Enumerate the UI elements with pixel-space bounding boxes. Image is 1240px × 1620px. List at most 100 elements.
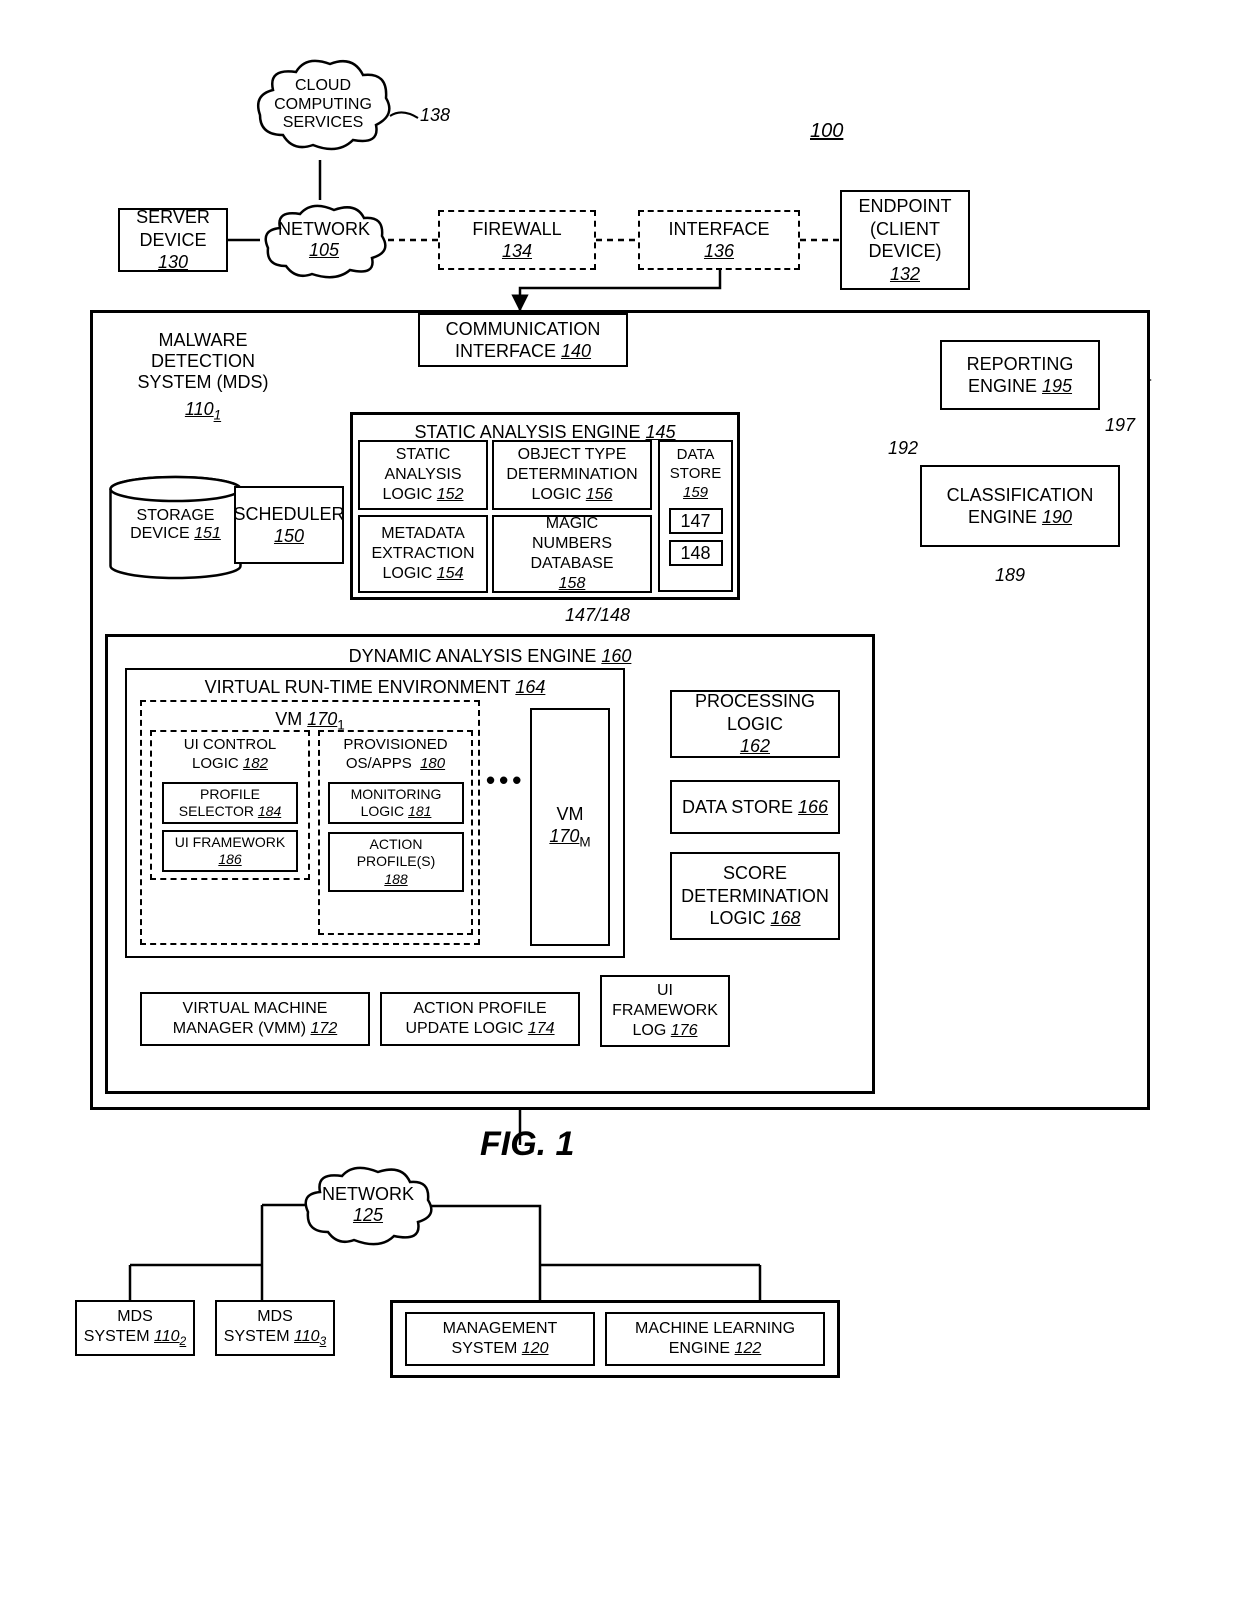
mds-label-ref-num: 110	[185, 399, 214, 419]
prof-l2: SELECTOR	[179, 803, 254, 819]
ui-framework-log: UI FRAMEWORK LOG 176	[600, 975, 730, 1047]
apul-l2: UPDATE LOGIC	[405, 1020, 523, 1037]
otd-l2: DETERMINATION	[506, 465, 637, 485]
server-text: SERVER DEVICE	[124, 206, 222, 251]
reporting-l2: ENGINE	[968, 376, 1037, 396]
sae-mnd: MAGIC NUMBERS DATABASE 158	[492, 515, 652, 593]
mnd-l3: DATABASE	[531, 554, 614, 574]
sal-l3: LOGIC	[383, 486, 433, 503]
ds-147: 147	[680, 510, 710, 533]
mds2-box: MDS SYSTEM 1102	[75, 1300, 195, 1356]
processing-logic: PROCESSING LOGIC 162	[670, 690, 840, 758]
score-determination-logic: SCORE DETERMINATION LOGIC 168	[670, 852, 840, 940]
interface-ref: 136	[704, 241, 734, 261]
mgmt-system-box: MANAGEMENT SYSTEM 120	[405, 1312, 595, 1366]
mel-ref: 154	[437, 565, 464, 582]
scheduler-ref: 150	[274, 526, 304, 546]
mds-label-l2: DETECTION	[108, 351, 298, 372]
action-profiles: ACTION PROFILE(S) 188	[328, 832, 464, 892]
sal-l1: STATIC	[396, 445, 451, 465]
mnd-l1: MAGIC	[546, 514, 598, 534]
comm-interface-box: COMMUNICATION INTERFACE 140	[418, 313, 628, 367]
ds-l2: STORE	[670, 465, 721, 484]
arrow192-ref: 192	[888, 438, 918, 459]
dae-data-store: DATA STORE 166	[670, 780, 840, 834]
sae-out-ref: 147/148	[565, 605, 630, 626]
vm-dots: •••	[486, 765, 525, 796]
endpoint-l2: (CLIENT	[870, 218, 940, 241]
endpoint-l3: DEVICE)	[868, 240, 941, 263]
uifl-ref: 176	[671, 1022, 698, 1039]
score-l2: DETERMINATION	[681, 885, 829, 908]
netb-text: NETWORK	[322, 1184, 414, 1205]
network-top-text: NETWORK	[278, 219, 370, 240]
endpoint-l1: ENDPOINT	[858, 195, 951, 218]
otd-l1: OBJECT TYPE	[518, 445, 627, 465]
storage-l2: DEVICE	[130, 525, 190, 542]
mds2-ref-num: 110	[154, 1328, 180, 1345]
action-profile-update-logic: ACTION PROFILE UPDATE LOGIC 174	[380, 992, 580, 1046]
score-l3: LOGIC	[709, 908, 765, 928]
mds3-l2: SYSTEM	[224, 1328, 290, 1345]
dae-ref: 160	[601, 646, 631, 666]
uicl-l1: UI CONTROL	[184, 736, 277, 755]
vmM-text: VM	[557, 803, 584, 826]
class-l2: ENGINE	[968, 507, 1037, 527]
mds2-l1: MDS	[117, 1307, 153, 1327]
comm-if-ref: 140	[561, 341, 591, 361]
uifw-ref: 186	[218, 851, 241, 867]
prov-l1: PROVISIONED	[343, 736, 447, 755]
scheduler-text: SCHEDULER	[233, 503, 344, 526]
cloud-line2: COMPUTING	[274, 96, 372, 114]
sae-mel: METADATA EXTRACTION LOGIC 154	[358, 515, 488, 593]
vmM-ref-num: 170	[549, 826, 579, 846]
ap-l1: ACTION	[370, 836, 423, 854]
vre-title: VIRTUAL RUN-TIME ENVIRONMENT	[205, 677, 511, 697]
apul-l1: ACTION PROFILE	[413, 999, 546, 1019]
scheduler-box: SCHEDULER 150	[234, 486, 344, 564]
mnd-ref: 158	[559, 575, 586, 592]
server-ref: 130	[158, 251, 188, 274]
ap-l2: PROFILE(S)	[357, 853, 436, 871]
interface-text: INTERFACE	[668, 219, 769, 239]
mnd-l2: NUMBERS	[532, 534, 612, 554]
storage-l1: STORAGE	[108, 507, 243, 525]
otd-l3: LOGIC	[532, 486, 582, 503]
ds-inner2: 148	[669, 540, 723, 566]
prof-ref: 184	[258, 803, 281, 819]
vmm-box: VIRTUAL MACHINE MANAGER (VMM) 172	[140, 992, 370, 1046]
prov-l2: OS/APPS	[346, 755, 412, 772]
mds-label-l1: MALWARE	[108, 330, 298, 351]
interface-box: INTERFACE 136	[638, 210, 800, 270]
comm-if-l2: INTERFACE	[455, 341, 556, 361]
firewall-box: FIREWALL 134	[438, 210, 596, 270]
dae-title: DYNAMIC ANALYSIS ENGINE	[349, 646, 597, 666]
mgmt-l2: SYSTEM	[452, 1340, 518, 1357]
vmM-box: VM 170M	[530, 708, 610, 946]
storage-ref: 151	[194, 525, 221, 542]
ds-148: 148	[680, 542, 710, 565]
cloud-services-ref: 138	[420, 105, 450, 126]
mgmt-l1: MANAGEMENT	[443, 1319, 558, 1339]
otd-ref: 156	[586, 486, 613, 503]
mds-label-ref-sub: 1	[214, 408, 222, 423]
reporting-engine-box: REPORTING ENGINE 195	[940, 340, 1100, 410]
storage-device: STORAGE DEVICE 151	[108, 475, 243, 580]
dds-ref: 166	[798, 797, 828, 817]
uicl-l2: LOGIC	[192, 755, 239, 772]
vmM-ref-sub: M	[579, 835, 590, 850]
reporting-l1: REPORTING	[967, 353, 1074, 376]
figure-label: FIG. 1	[480, 1125, 574, 1164]
apul-ref: 174	[528, 1020, 555, 1037]
uifl-l3: LOG	[633, 1022, 667, 1039]
cloud-line3: SERVICES	[274, 114, 372, 132]
cloud-line1: CLOUD	[274, 77, 372, 95]
sae-title: STATIC ANALYSIS ENGINE	[414, 422, 640, 442]
netb-ref: 125	[353, 1205, 383, 1225]
mds-label: MALWARE DETECTION SYSTEM (MDS) 1101	[108, 330, 298, 423]
vm1-ref-num: 170	[307, 709, 337, 729]
sae-otd: OBJECT TYPE DETERMINATION LOGIC 156	[492, 440, 652, 510]
score-ref: 168	[770, 908, 800, 928]
system-ref: 100	[810, 120, 843, 143]
network-top: NETWORK 105	[258, 198, 390, 282]
